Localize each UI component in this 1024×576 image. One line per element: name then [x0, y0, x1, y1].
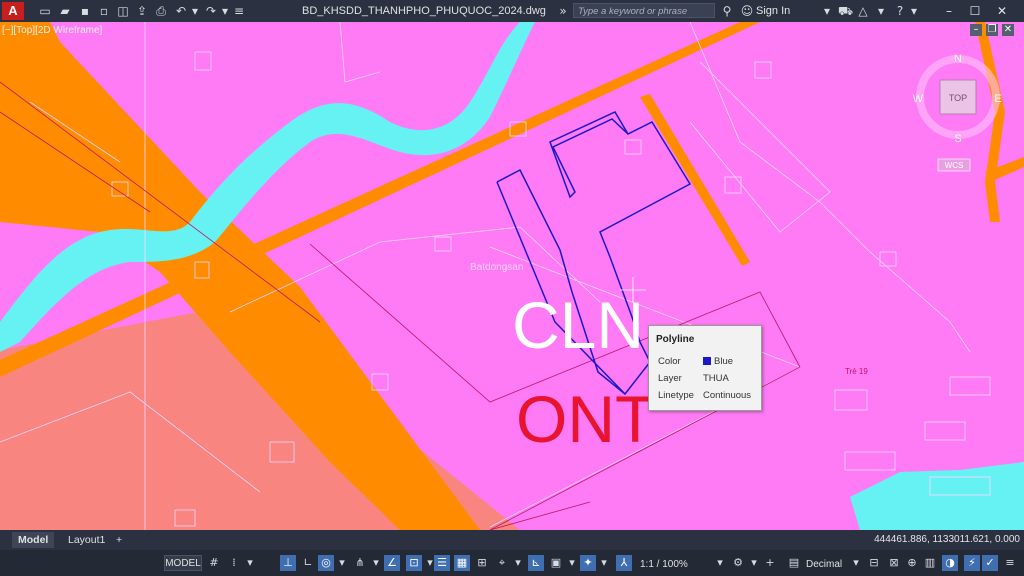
redo-icon[interactable]: ↷: [204, 4, 218, 18]
wcs-menu[interactable]: WCS: [945, 161, 964, 170]
units-dropdown-icon[interactable]: ▾: [848, 555, 864, 571]
annotation-visibility-icon[interactable]: ⅄: [616, 555, 632, 571]
save-as-icon[interactable]: ▫: [97, 4, 111, 18]
undo-dropdown-icon[interactable]: ▾: [188, 4, 202, 18]
layout-tabs-bar: Model Layout1 + 444461.886, 1133011.621,…: [0, 530, 1024, 550]
viewcube-west[interactable]: W: [913, 93, 924, 105]
share-icon[interactable]: △: [856, 4, 870, 18]
save-icon[interactable]: ▪: [78, 4, 92, 18]
customization-menu-icon[interactable]: ≡: [1002, 555, 1018, 571]
units-icon[interactable]: ▤: [786, 555, 802, 571]
snap-icon[interactable]: ⁞: [226, 555, 242, 571]
quick-properties-icon[interactable]: ⊟: [866, 555, 882, 571]
model-space-button[interactable]: MODEL: [164, 555, 202, 571]
tooltip-layer-value: THUA: [703, 373, 729, 384]
polar-dropdown-icon[interactable]: ▾: [334, 555, 350, 571]
selection-filter-icon[interactable]: ▣: [548, 555, 564, 571]
user-icon[interactable]: ☺: [740, 4, 754, 18]
viewcube-south[interactable]: S: [954, 133, 961, 145]
polar-icon[interactable]: ◎: [318, 555, 334, 571]
3d-osnap-dropdown-icon[interactable]: ▾: [510, 555, 526, 571]
signin-dropdown-icon[interactable]: ▾: [820, 4, 834, 18]
zone-label-cln: CLN: [512, 288, 644, 362]
undo-icon[interactable]: ↶: [174, 4, 188, 18]
share-dropdown-icon[interactable]: ▾: [874, 4, 888, 18]
viewport-minimize-icon[interactable]: –: [970, 24, 982, 36]
print-icon[interactable]: ⎙: [154, 4, 168, 18]
ortho-icon[interactable]: ∟: [300, 555, 316, 571]
annotation-scale[interactable]: 1:1 / 100%: [640, 559, 688, 570]
sign-in-button[interactable]: Sign In: [756, 5, 790, 17]
open-icon[interactable]: ▰: [58, 4, 72, 18]
viewport-close-icon[interactable]: ✕: [1002, 24, 1014, 36]
hardware-acceleration-icon[interactable]: ⚡: [964, 555, 980, 571]
workspace-dropdown-icon[interactable]: ▾: [746, 555, 762, 571]
viewcube-top[interactable]: TOP: [949, 93, 967, 103]
customize-icon[interactable]: ≡: [232, 4, 246, 18]
annotation-monitor-icon[interactable]: +: [762, 555, 778, 571]
annotative-icon[interactable]: ✓: [982, 555, 998, 571]
gizmo-dropdown-icon[interactable]: ▾: [596, 555, 612, 571]
add-layout-button[interactable]: +: [110, 532, 128, 548]
new-icon[interactable]: ▭: [38, 4, 52, 18]
infer-constraints-icon[interactable]: ⊥: [280, 555, 296, 571]
viewcube-north[interactable]: N: [954, 53, 962, 65]
viewport-controls-label[interactable]: [−][Top][2D Wireframe]: [2, 25, 102, 36]
tooltip-color-key: Color: [658, 356, 681, 367]
color-swatch: [703, 357, 711, 365]
drawing-svg: CLN ONT Trẻ 19 Batdongsan TOP N S E W WC…: [0, 22, 1024, 530]
document-title: BD_KHSDD_THANHPHO_PHUQUOC_2024.dwg: [302, 5, 546, 17]
title-bar: A ▭ ▰ ▪ ▫ ◫ ⇪ ⎙ ↶ ▾ ↷ ▾ ≡ BD_KHSDD_THANH…: [0, 0, 1024, 22]
close-icon[interactable]: ✕: [993, 2, 1011, 20]
graphics-performance-icon[interactable]: ▥: [922, 555, 938, 571]
watermark-text: Batdongsan: [470, 262, 523, 273]
lock-ui-icon[interactable]: ⊠: [886, 555, 902, 571]
cart-icon[interactable]: ⛟: [838, 4, 853, 18]
viewport-restore-icon[interactable]: ❐: [986, 24, 998, 36]
maximize-icon[interactable]: ☐: [966, 2, 984, 20]
annotation-scale-dropdown-icon[interactable]: ▾: [712, 555, 728, 571]
tooltip-layer-key: Layer: [658, 373, 682, 384]
gizmo-icon[interactable]: ✦: [580, 555, 596, 571]
help-dropdown-icon[interactable]: ▾: [907, 4, 921, 18]
save-web-icon[interactable]: ⇪: [135, 4, 149, 18]
search-input[interactable]: Type a keyword or phrase: [573, 3, 715, 18]
app-menu-button[interactable]: A: [2, 2, 24, 20]
workspace-gear-icon[interactable]: ⚙: [730, 555, 746, 571]
tooltip-linetype-key: Linetype: [658, 390, 694, 401]
grid-icon[interactable]: #: [206, 555, 222, 571]
lineweight-icon[interactable]: ☰: [434, 555, 450, 571]
isolate-objects-icon[interactable]: ⊕: [904, 555, 920, 571]
isodraft-icon[interactable]: ⋔: [352, 555, 368, 571]
redo-dropdown-icon[interactable]: ▾: [218, 4, 232, 18]
selection-filter-dropdown-icon[interactable]: ▾: [564, 555, 580, 571]
zone-label-ont: ONT: [516, 382, 655, 456]
object-snap-icon[interactable]: ⊡: [406, 555, 422, 571]
selection-cycling-icon[interactable]: ⊞: [474, 555, 490, 571]
polyline-tooltip: Polyline Color Blue Layer THUA Linetype …: [648, 325, 762, 411]
isodraft-dropdown-icon[interactable]: ▾: [368, 555, 384, 571]
small-label: Trẻ 19: [845, 367, 868, 376]
clean-screen-icon[interactable]: ◑: [942, 555, 958, 571]
object-snap-tracking-icon[interactable]: ∠: [384, 555, 400, 571]
tab-layout1[interactable]: Layout1: [62, 532, 111, 548]
tooltip-title: Polyline: [656, 334, 695, 345]
help-icon[interactable]: ?: [893, 4, 907, 18]
search-expand-icon[interactable]: »: [556, 4, 570, 18]
tooltip-color-value: Blue: [703, 356, 733, 367]
dynamic-ucs-icon[interactable]: ⊾: [528, 555, 544, 571]
minimize-icon[interactable]: –: [940, 2, 958, 20]
binoculars-icon[interactable]: ⚲: [720, 4, 734, 18]
transparency-icon[interactable]: ▦: [454, 555, 470, 571]
drawing-viewport[interactable]: CLN ONT Trẻ 19 Batdongsan TOP N S E W WC…: [0, 22, 1024, 530]
cursor-coordinates: 444461.886, 1133011.621, 0.000: [874, 534, 1020, 545]
snap-dropdown-icon[interactable]: ▾: [242, 555, 258, 571]
open-web-icon[interactable]: ◫: [116, 4, 130, 18]
status-bar: MODEL # ⁞ ▾ ⊥ ∟ ◎ ▾ ⋔ ▾ ∠ ⊡ ▾ ☰ ▦ ⊞ ⌖ ▾ …: [0, 550, 1024, 576]
tab-model[interactable]: Model: [12, 532, 55, 548]
units-selector[interactable]: Decimal: [806, 559, 842, 570]
viewcube-east[interactable]: E: [994, 93, 1001, 105]
3d-osnap-icon[interactable]: ⌖: [494, 555, 510, 571]
tooltip-linetype-value: Continuous: [703, 390, 752, 401]
